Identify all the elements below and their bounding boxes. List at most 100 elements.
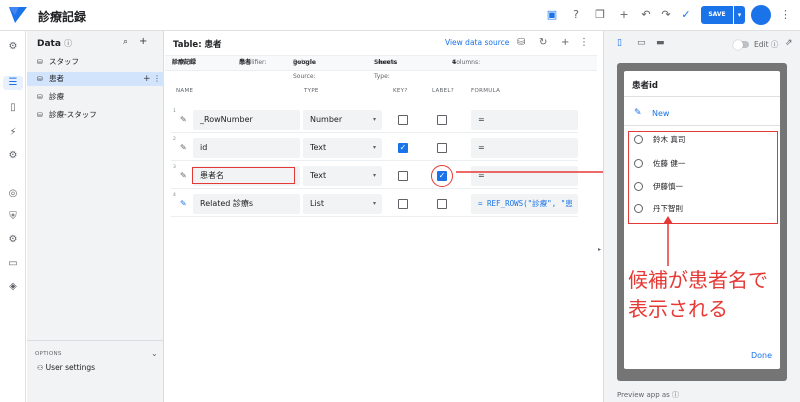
- key-checkbox[interactable]: ✓: [398, 143, 408, 153]
- collapse-panel-icon[interactable]: ▸: [598, 246, 601, 253]
- save-dropdown-icon[interactable]: ▾: [734, 6, 745, 24]
- label-checkbox[interactable]: [437, 199, 447, 209]
- add-table-icon[interactable]: +: [139, 36, 147, 47]
- column-name-field[interactable]: _RowNumber: [193, 110, 300, 130]
- help-icon[interactable]: ?: [569, 8, 583, 22]
- edit-pencil-icon[interactable]: ✎: [180, 199, 187, 208]
- label-checkbox[interactable]: [437, 143, 447, 153]
- nav-settings-icon[interactable]: ⚙: [6, 233, 20, 247]
- preview-panel: ▯ ▭ ▬ Edit ⓘ ⇗ 患者id ✎ New 鈴木 真司 佐藤 健一 伊藤…: [603, 31, 800, 402]
- key-checkbox[interactable]: [398, 171, 408, 181]
- data-panel: Data ⓘ ⌕ + ⛁ スタッフ ⛁ 患者 + ⋮ ⛁ 診療 ⛁ 診療-スタッ…: [27, 31, 164, 402]
- info-icon[interactable]: ⓘ: [64, 39, 72, 48]
- header-formula: FORMULA: [471, 88, 501, 94]
- table-list-item-visit[interactable]: ⛁ 診療: [27, 90, 164, 104]
- formula-field[interactable]: =: [471, 138, 578, 158]
- header-name: NAME: [176, 88, 194, 94]
- redo-icon[interactable]: ↷: [659, 8, 673, 22]
- key-checkbox[interactable]: [398, 115, 408, 125]
- copy-icon[interactable]: ❐: [593, 8, 607, 22]
- column-type-select[interactable]: Number ▾: [303, 110, 382, 130]
- refresh-icon[interactable]: ↻: [539, 37, 547, 48]
- nav-manage-icon[interactable]: ▭: [6, 257, 20, 271]
- left-nav: ⚙ ☰ ▯ ⚡ ⚙ ◎ ⛨ ⚙ ▭ ◈: [0, 31, 26, 402]
- database-icon: ⛁: [37, 75, 43, 83]
- undo-icon[interactable]: ↶: [639, 8, 653, 22]
- key-checkbox[interactable]: [398, 199, 408, 209]
- user-settings-link[interactable]: ⚇ User settings: [37, 363, 95, 372]
- view-data-source-link[interactable]: View data source: [445, 38, 509, 47]
- done-button[interactable]: Done: [751, 351, 772, 360]
- nav-data-icon[interactable]: ☰: [3, 76, 23, 90]
- annotation-text: 候補が患者名で 表示される: [628, 266, 778, 324]
- edit-label: Edit ⓘ: [754, 40, 779, 49]
- edit-pencil-icon[interactable]: ✎: [180, 115, 187, 124]
- nav-overview-icon[interactable]: ⚙: [6, 40, 20, 54]
- highlight-box: [628, 131, 778, 224]
- nav-actions-icon[interactable]: ⚡: [6, 126, 20, 140]
- app-title: 診療記録: [38, 10, 87, 24]
- open-external-icon[interactable]: ⇗: [785, 38, 793, 48]
- header-key: KEY?: [393, 88, 408, 94]
- database-icon: ⛁: [37, 93, 43, 101]
- edit-new-icon[interactable]: ✎: [634, 108, 642, 118]
- data-panel-title: Data ⓘ: [37, 39, 73, 49]
- add-icon[interactable]: +: [143, 72, 151, 86]
- nav-automation-icon[interactable]: ⚙: [6, 149, 20, 163]
- column-name-field[interactable]: id: [193, 138, 300, 158]
- nav-security-icon[interactable]: ⛨: [6, 210, 20, 224]
- more-menu-icon[interactable]: ⋮: [780, 8, 791, 21]
- options-label: OPTIONS: [35, 351, 62, 357]
- formula-field[interactable]: = REF_ROWS("診療", "患: [471, 194, 578, 214]
- table-list-item-staff[interactable]: ⛁ スタッフ: [27, 55, 164, 69]
- check-icon[interactable]: ✓: [679, 8, 693, 22]
- save-button[interactable]: SAVE: [701, 6, 733, 24]
- table-list-item-visit-staff[interactable]: ⛁ 診療-スタッフ: [27, 108, 164, 122]
- more-icon[interactable]: ⋮: [579, 37, 589, 48]
- table-row: 1 ✎ _RowNumber Number ▾ =: [171, 106, 578, 133]
- label-checkbox[interactable]: [437, 115, 447, 125]
- header-label: LABEL?: [432, 88, 454, 94]
- chevron-down-icon: ▾: [372, 172, 376, 179]
- info-icon: ⓘ: [770, 40, 779, 49]
- options-section: OPTIONS ⌄ ⚇ User settings: [27, 340, 164, 402]
- annotation-arrow-up: [663, 216, 673, 268]
- nav-learn-icon[interactable]: ◈: [6, 280, 20, 294]
- appsheet-logo-icon: [9, 7, 27, 23]
- table-list-item-patient[interactable]: ⛁ 患者 + ⋮: [27, 72, 164, 86]
- column-name-field[interactable]: Related 診療s: [193, 194, 300, 214]
- add-person-icon[interactable]: +: [617, 8, 631, 22]
- column-type-select[interactable]: Text ▾: [303, 166, 382, 186]
- desktop-preview-icon[interactable]: ▬: [656, 38, 665, 48]
- users-icon: ⚇: [37, 364, 44, 372]
- edit-toggle[interactable]: [733, 39, 749, 50]
- add-column-icon[interactable]: +: [561, 37, 569, 48]
- column-type-select[interactable]: List ▾: [303, 194, 382, 214]
- avatar[interactable]: [751, 5, 771, 25]
- preview-app-as[interactable]: Preview app as ⓘ: [617, 390, 679, 400]
- table-row: 4 ✎ Related 診療s List ▾ = REF_ROWS("診療", "…: [171, 190, 578, 217]
- more-icon[interactable]: ⋮: [153, 72, 161, 86]
- mobile-preview-icon[interactable]: ▯: [617, 38, 622, 48]
- phone-frame: 患者id ✎ New 鈴木 真司 佐藤 健一 伊藤慎一 丹下智則 Done: [617, 63, 787, 381]
- nav-views-icon[interactable]: ▯: [6, 101, 20, 115]
- chevron-down-icon: ▾: [372, 200, 376, 207]
- database-icon: ⛁: [37, 58, 43, 66]
- table-row: 2 ✎ id Text ▾ ✓ =: [171, 134, 578, 161]
- tablet-preview-icon[interactable]: ▭: [637, 38, 646, 48]
- regenerate-schema-icon[interactable]: ⛁: [517, 37, 525, 48]
- header-type: TYPE: [304, 88, 319, 94]
- nav-intelligence-icon[interactable]: ◎: [6, 187, 20, 201]
- edit-pencil-icon[interactable]: ✎: [180, 143, 187, 152]
- chevron-down-icon[interactable]: ⌄: [151, 349, 158, 358]
- column-type-select[interactable]: Text ▾: [303, 138, 382, 158]
- chevron-down-icon: ▾: [372, 116, 376, 123]
- highlight-box: [192, 167, 295, 184]
- monitor-icon[interactable]: ▣: [545, 8, 559, 22]
- new-button[interactable]: New: [652, 109, 669, 118]
- info-icon: ⓘ: [672, 391, 680, 399]
- formula-field[interactable]: =: [471, 110, 578, 130]
- table-editor: Table: 患者 View data source ⛁ ↻ + ⋮ Sourc…: [165, 31, 597, 402]
- edit-pencil-icon[interactable]: ✎: [180, 171, 187, 180]
- search-icon[interactable]: ⌕: [123, 37, 128, 47]
